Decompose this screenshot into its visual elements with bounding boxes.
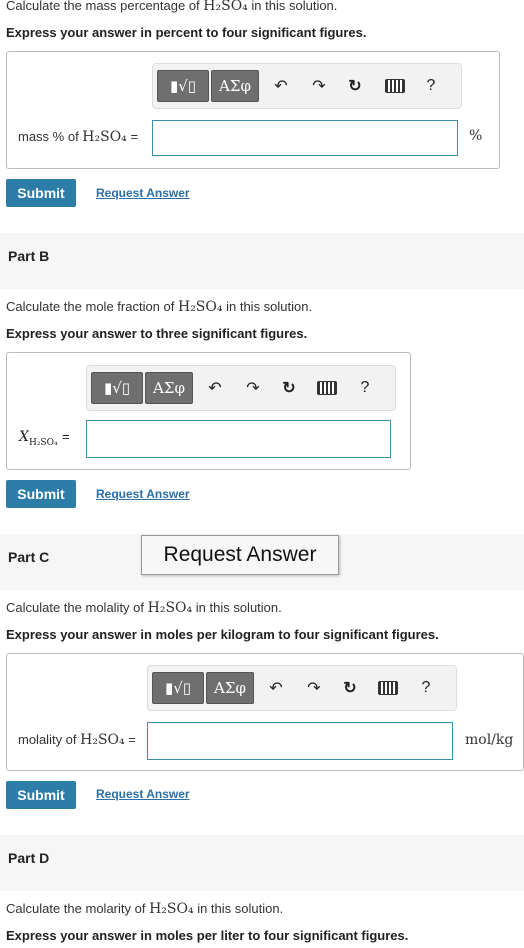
partA-label-formula: H₂SO₄ <box>82 129 127 145</box>
templates-button[interactable]: ▮√▯ <box>157 70 209 102</box>
keyboard-icon[interactable] <box>385 76 405 96</box>
partD-question-text: Calculate the molarity of <box>6 901 150 916</box>
partD-formula: H₂SO₄ <box>149 901 194 917</box>
partC-title: Part C <box>8 549 50 565</box>
partA-input-label: mass % of H₂SO₄ = <box>18 129 138 145</box>
reset-icon[interactable]: ↻ <box>340 678 360 698</box>
partB-question: Calculate the mole fraction of H₂SO₄ in … <box>6 299 312 315</box>
partD-header <box>0 835 524 891</box>
equals-sign: = <box>128 732 136 747</box>
undo-icon[interactable]: ↶ <box>271 76 291 96</box>
partB-question-text: Calculate the mole fraction of <box>6 299 178 314</box>
partC-answer-input[interactable] <box>147 722 453 760</box>
partC-label-text: molality of <box>18 732 81 747</box>
undo-icon[interactable]: ↶ <box>266 678 286 698</box>
templates-button[interactable]: ▮√▯ <box>91 372 143 404</box>
partB-submit-button[interactable]: Submit <box>6 480 76 508</box>
partB-question-suffix: in this solution. <box>222 299 313 314</box>
partA-question-text: Calculate the mass percentage of <box>6 0 204 13</box>
greek-symbols-button[interactable]: ΑΣφ <box>206 672 254 704</box>
partA-formula: H₂SO₄ <box>203 0 248 14</box>
greek-symbols-button[interactable]: ΑΣφ <box>211 70 259 102</box>
partA-answer-input[interactable] <box>152 120 458 156</box>
partA-request-answer-link[interactable]: Request Answer <box>96 186 190 200</box>
partC-submit-button[interactable]: Submit <box>6 781 76 809</box>
keyboard-icon[interactable] <box>378 678 398 698</box>
partC-toolbar: ▮√▯ ΑΣφ ↶ ↷ ↻ ? <box>147 665 457 711</box>
redo-icon[interactable]: ↷ <box>309 76 329 96</box>
partB-input-label: XH₂SO₄ = <box>19 429 70 448</box>
undo-icon[interactable]: ↶ <box>205 378 225 398</box>
greek-symbols-button[interactable]: ΑΣφ <box>145 372 193 404</box>
partA-submit-button[interactable]: Submit <box>6 179 76 207</box>
partB-formula: H₂SO₄ <box>177 299 223 315</box>
partC-question-text: Calculate the molality of <box>6 600 148 615</box>
partB-request-answer-link[interactable]: Request Answer <box>96 487 190 501</box>
keyboard-icon[interactable] <box>317 378 337 398</box>
partA-answer-panel: ▮√▯ ΑΣφ ↶ ↷ ↻ ? mass % of H₂SO₄ = % <box>6 51 500 169</box>
partC-unit: mol/kg <box>465 732 514 748</box>
partA-toolbar: ▮√▯ ΑΣφ ↶ ↷ ↻ ? <box>152 63 462 109</box>
request-answer-tooltip: Request Answer <box>141 535 339 575</box>
partC-answer-panel: ▮√▯ ΑΣφ ↶ ↷ ↻ ? molality of H₂SO₄ = mol/… <box>6 653 524 771</box>
partB-header <box>0 233 524 289</box>
reset-icon[interactable]: ↻ <box>345 76 365 96</box>
partC-question: Calculate the molality of H₂SO₄ in this … <box>6 600 282 616</box>
templates-button[interactable]: ▮√▯ <box>152 672 204 704</box>
mole-fraction-subscript: H₂SO₄ <box>28 437 58 448</box>
partC-request-answer-link[interactable]: Request Answer <box>96 787 190 801</box>
partD-question-suffix: in this solution. <box>193 901 284 916</box>
partB-answer-panel: ▮√▯ ΑΣφ ↶ ↷ ↻ ? XH₂SO₄ = <box>6 352 411 470</box>
redo-icon[interactable]: ↷ <box>304 678 324 698</box>
equals-sign: = <box>130 129 139 144</box>
partC-instruction: Express your answer in moles per kilogra… <box>6 627 439 642</box>
partA-question: Calculate the mass percentage of H₂SO₄ i… <box>6 0 337 14</box>
redo-icon[interactable]: ↷ <box>243 378 263 398</box>
partC-formula: H₂SO₄ <box>147 600 193 616</box>
partB-answer-input[interactable] <box>86 420 391 458</box>
help-icon[interactable]: ? <box>355 378 375 398</box>
partA-unit: % <box>469 128 483 144</box>
equals-sign: = <box>62 429 70 444</box>
partC-question-suffix: in this solution. <box>192 600 282 615</box>
partB-title: Part B <box>8 248 50 264</box>
mole-fraction-symbol: X <box>19 429 29 445</box>
help-icon[interactable]: ? <box>416 678 436 698</box>
partC-input-label: molality of H₂SO₄ = <box>18 732 136 748</box>
partA-label-text: mass % of <box>18 129 83 144</box>
help-icon[interactable]: ? <box>421 76 441 96</box>
partD-title: Part D <box>8 850 50 866</box>
reset-icon[interactable]: ↻ <box>279 378 299 398</box>
partD-instruction: Express your answer in moles per liter t… <box>6 928 409 943</box>
partB-toolbar: ▮√▯ ΑΣφ ↶ ↷ ↻ ? <box>86 365 396 411</box>
partD-question: Calculate the molarity of H₂SO₄ in this … <box>6 901 283 917</box>
partB-instruction: Express your answer to three significant… <box>6 326 308 341</box>
partA-question-suffix: in this solution. <box>247 0 338 13</box>
partA-instruction: Express your answer in percent to four s… <box>6 25 367 40</box>
partC-label-formula: H₂SO₄ <box>80 732 125 748</box>
